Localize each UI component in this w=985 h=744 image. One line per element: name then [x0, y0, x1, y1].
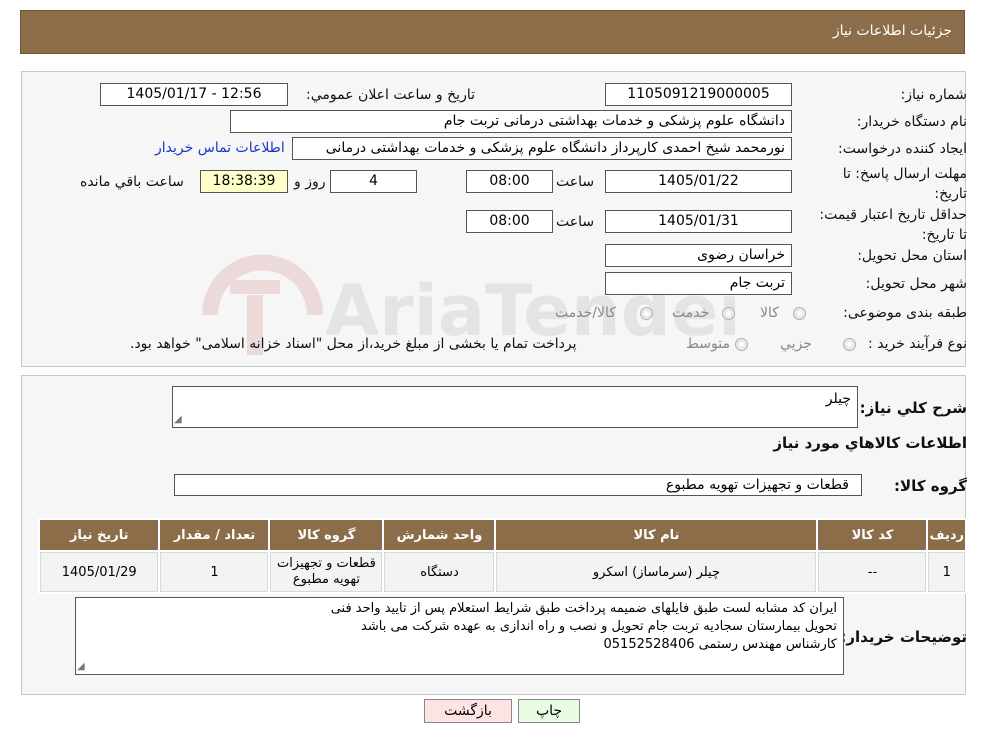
province-label: استان محل تحویل: [857, 248, 967, 264]
deadline-time-label: ساعت [556, 174, 595, 190]
category-label: طبقه بندی موضوعی: [843, 305, 967, 321]
deadline-time-field: 08:00 [466, 170, 553, 193]
process-note: پرداخت تمام یا بخشی از مبلغ خرید،از محل … [130, 336, 577, 352]
process-label: نوع فرآیند خرید : [868, 336, 967, 352]
col-group: گروه کالا [270, 520, 383, 550]
announce-field: 1405/01/17 - 12:56 [100, 83, 288, 106]
days-label: روز و [294, 174, 326, 190]
cell-row: 1 [928, 552, 965, 592]
deadline-date-field: 1405/01/22 [605, 170, 792, 193]
notes-resize-handle-icon[interactable]: ◢ [77, 661, 85, 672]
process-option-medium: متوسط [686, 336, 730, 352]
buyer-note-line: ایران کد مشابه لست طبق فایلهای ضمیمه پرد… [330, 601, 837, 616]
process-radio-minor[interactable] [843, 338, 856, 351]
goods-info-title: اطلاعات کالاهاي مورد نیاز [773, 434, 967, 452]
col-unit: واحد شمارش [384, 520, 495, 550]
col-row: ردیف [928, 520, 965, 550]
category-radio-goods-service[interactable] [640, 307, 653, 320]
days-field: 4 [330, 170, 417, 193]
cell-code: -- [818, 552, 927, 592]
process-separator [660, 334, 661, 352]
table-header-row: ردیف کد کالا نام کالا واحد شمارش گروه کا… [40, 520, 965, 550]
need-number-field: 1105091219000005 [605, 83, 792, 106]
category-option-goods: کالا [760, 305, 779, 321]
table-row: 1 -- چیلر (سرماساز) اسکرو دستگاه قطعات و… [40, 552, 965, 592]
buyer-note-line: تحویل بیمارستان سجادیه تربت جام تحویل و … [361, 619, 837, 634]
deadline-label: مهلت ارسال پاسخ: تا تاریخ: [842, 166, 967, 202]
category-option-goods-service: کالا/خدمت [555, 305, 616, 321]
back-button[interactable]: بازگشت [424, 699, 512, 723]
buyer-notes-field: ایران کد مشابه لست طبق فایلهای ضمیمه پرد… [75, 597, 844, 675]
buyer-label: نام دستگاه خریدار: [856, 114, 967, 130]
city-field: تربت جام [605, 272, 792, 295]
category-radio-goods[interactable] [793, 307, 806, 320]
validity-time-field: 08:00 [466, 210, 553, 233]
cell-name: چیلر (سرماساز) اسکرو [496, 552, 817, 592]
goods-group-label: گروه کالا: [894, 477, 967, 495]
description-label: شرح کلي نیاز: [859, 399, 967, 417]
validity-date-field: 1405/01/31 [605, 210, 792, 233]
cell-unit: دستگاه [384, 552, 495, 592]
print-button[interactable]: چاپ [518, 699, 580, 723]
cell-quantity: 1 [160, 552, 269, 592]
cell-group: قطعات و تجهیزات تهویه مطبوع [270, 552, 383, 592]
page-header: جزئیات اطلاعات نیاز [20, 10, 965, 54]
creator-label: ایجاد کننده درخواست: [838, 141, 967, 157]
col-code: کد کالا [818, 520, 927, 550]
category-radio-service[interactable] [722, 307, 735, 320]
buyer-notes-label: توضیحات خریدار: [840, 628, 967, 646]
col-quantity: تعداد / مقدار [160, 520, 269, 550]
creator-field: نورمحمد شیخ احمدی کارپرداز دانشگاه علوم … [292, 137, 792, 160]
cell-date: 1405/01/29 [40, 552, 159, 592]
announce-label: تاریخ و ساعت اعلان عمومي: [306, 87, 475, 103]
province-field: خراسان رضوی [605, 244, 792, 267]
category-option-service: خدمت [672, 305, 710, 321]
city-label: شهر محل تحویل: [865, 276, 967, 292]
goods-table: ردیف کد کالا نام کالا واحد شمارش گروه کا… [38, 518, 967, 594]
buyer-note-line: کارشناس مهندس رستمی 05152528406 [603, 637, 837, 652]
col-name: نام کالا [496, 520, 817, 550]
page-title: جزئیات اطلاعات نیاز [832, 23, 952, 39]
buyer-field: دانشگاه علوم پزشکی و خدمات بهداشتی درمان… [230, 110, 792, 133]
process-radio-medium[interactable] [735, 338, 748, 351]
description-field: چیلر [172, 386, 858, 428]
contact-buyer-link[interactable]: اطلاعات تماس خریدار [155, 140, 285, 156]
process-option-minor: جزیي [780, 336, 812, 352]
goods-group-field: قطعات و تجهیزات تهویه مطبوع [174, 474, 862, 496]
col-date: تاریخ نیاز [40, 520, 159, 550]
resize-handle-icon[interactable]: ◢ [174, 414, 182, 425]
need-number-label: شماره نیاز: [900, 87, 968, 103]
validity-label: حداقل تاریخ اعتبار قیمت: تا تاریخ: [819, 207, 967, 243]
remaining-time-field: 18:38:39 [200, 170, 288, 193]
remaining-label: ساعت باقي مانده [80, 174, 184, 190]
validity-time-label: ساعت [556, 214, 595, 230]
